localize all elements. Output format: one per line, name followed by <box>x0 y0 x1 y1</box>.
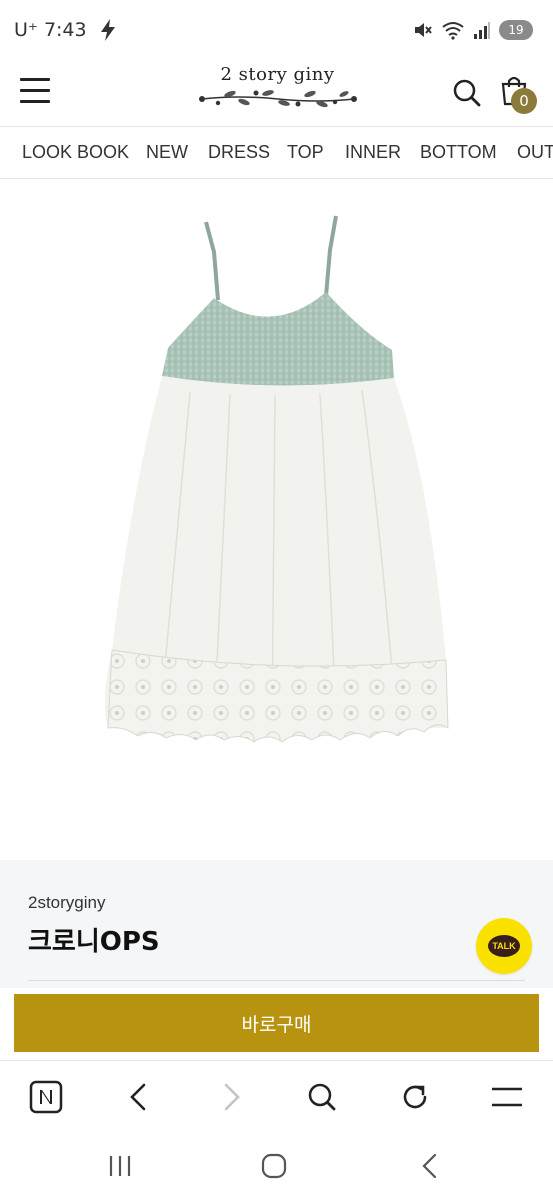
wifi-icon <box>442 22 464 40</box>
browser-toolbar <box>0 1060 553 1132</box>
naver-n-icon <box>29 1080 63 1114</box>
nav-item-inner[interactable]: INNER <box>345 142 401 163</box>
browser-search-button[interactable] <box>302 1077 342 1117</box>
refresh-button[interactable] <box>395 1077 435 1117</box>
mute-icon <box>415 23 432 37</box>
battery-level: 19 <box>508 23 524 37</box>
product-info: 2storyginy 크로니OPS TALK <box>0 860 553 988</box>
back-arrow-icon <box>130 1083 146 1111</box>
nav-item-top[interactable]: TOP <box>287 142 324 163</box>
kakao-talk-button[interactable]: TALK <box>476 918 532 974</box>
category-nav: LOOK BOOK NEW DRESS TOP INNER BOTTOM OUT… <box>0 126 553 179</box>
browser-menu-button[interactable] <box>487 1077 527 1117</box>
cart-count-badge: 0 <box>511 88 537 114</box>
back-icon <box>422 1153 437 1179</box>
site-logo[interactable]: 2 story giny <box>195 64 360 118</box>
back-button[interactable] <box>118 1077 158 1117</box>
clock-time: 7:43 <box>43 19 87 41</box>
status-right: 19 <box>413 20 533 40</box>
nav-item-look-book[interactable]: LOOK BOOK <box>22 142 129 163</box>
site-header: 2 story giny 0 <box>0 62 553 126</box>
nav-item-bottom[interactable]: BOTTOM <box>420 142 497 163</box>
menu-icon-bar <box>20 89 50 92</box>
buy-area: 바로구매 <box>0 988 553 1060</box>
logo-vine-icon <box>198 90 357 108</box>
refresh-icon <box>403 1085 427 1109</box>
search-button[interactable] <box>452 78 482 108</box>
home-icon <box>261 1153 287 1179</box>
dress-product-image <box>104 215 449 743</box>
status-bar: U⁺ 7:43 19 <box>0 0 553 62</box>
kakao-talk-icon: TALK <box>488 935 520 957</box>
system-back-button[interactable] <box>410 1150 450 1182</box>
search-icon <box>453 79 481 107</box>
menu-icon <box>20 78 50 81</box>
recent-apps-button[interactable] <box>100 1150 140 1182</box>
forward-button[interactable] <box>212 1077 252 1117</box>
system-nav <box>0 1132 553 1200</box>
talk-label: TALK <box>492 941 516 951</box>
home-button[interactable] <box>254 1150 294 1182</box>
product-title: 크로니OPS <box>28 927 160 957</box>
nav-item-dress[interactable]: DRESS <box>208 142 270 163</box>
logo-text: 2 story giny <box>220 64 335 85</box>
forward-arrow-icon <box>224 1083 240 1111</box>
naver-home-button[interactable] <box>26 1077 66 1117</box>
battery-icon: 19 <box>499 20 533 40</box>
nav-item-outer[interactable]: OUTER <box>517 142 553 163</box>
carrier-label: U⁺ <box>14 19 38 41</box>
product-image[interactable] <box>0 180 553 860</box>
recent-apps-icon <box>109 1156 131 1176</box>
menu-icon-bar <box>20 100 50 103</box>
charging-bolt-icon <box>100 19 115 41</box>
cart-button[interactable]: 0 <box>497 72 541 114</box>
brand-name[interactable]: 2storyginy <box>28 893 105 913</box>
divider <box>28 980 525 981</box>
signal-icon <box>474 22 490 39</box>
status-left: U⁺ 7:43 <box>14 18 117 42</box>
menu-icon <box>492 1087 522 1107</box>
nav-item-new[interactable]: NEW <box>146 142 188 163</box>
buy-now-button[interactable]: 바로구매 <box>14 994 539 1052</box>
menu-button[interactable] <box>20 76 52 104</box>
search-icon <box>308 1083 336 1111</box>
